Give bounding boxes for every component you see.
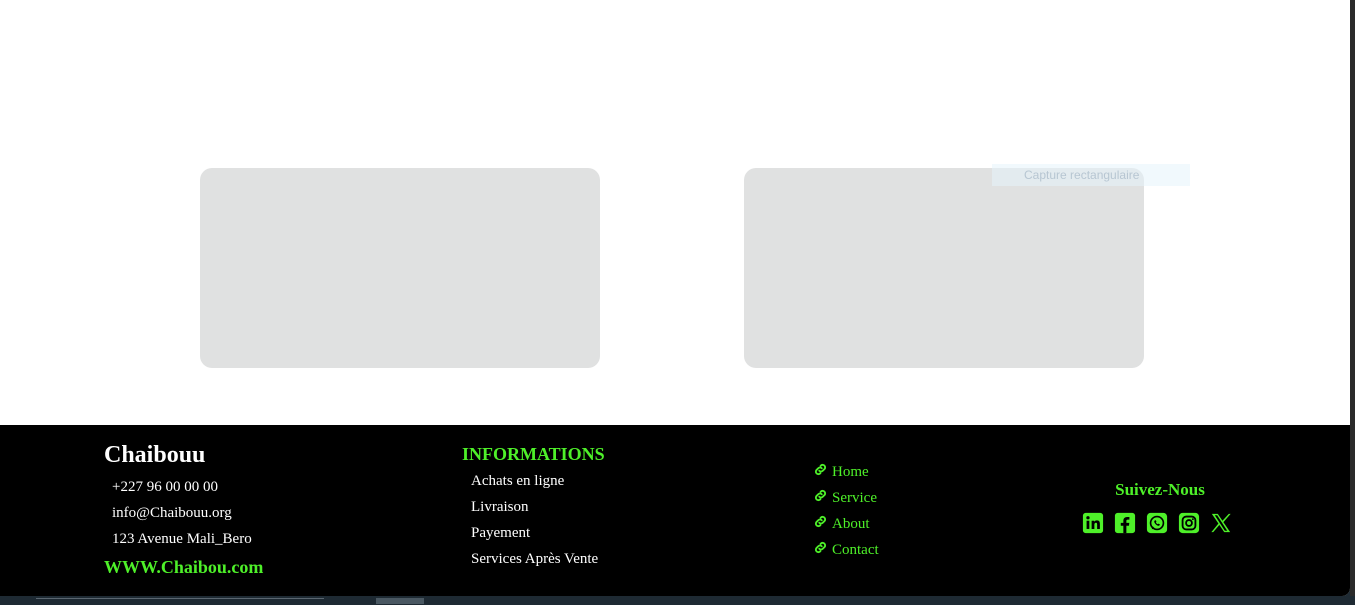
x-icon[interactable] xyxy=(1210,512,1232,534)
nav-link-label: About xyxy=(832,515,870,532)
placeholder-card-left xyxy=(200,168,600,368)
window-edge xyxy=(1350,0,1355,596)
nav-link-service[interactable]: Service xyxy=(813,488,877,508)
link-icon xyxy=(813,514,828,534)
footer-address: 123 Avenue Mali_Bero xyxy=(112,531,252,547)
footer-brand: Chaibouu xyxy=(104,442,206,468)
taskbar xyxy=(0,596,1355,604)
link-icon xyxy=(813,488,828,508)
info-title: INFORMATIONS xyxy=(462,444,605,464)
nav-link-contact[interactable]: Contact xyxy=(813,540,879,560)
footer-website-link[interactable]: WWW.Chaibou.com xyxy=(104,557,263,578)
info-item-livraison[interactable]: Livraison xyxy=(471,499,529,516)
nav-link-label: Contact xyxy=(832,541,879,558)
nav-link-label: Home xyxy=(832,463,869,480)
whatsapp-icon[interactable] xyxy=(1146,512,1168,534)
footer-email: info@Chaibouu.org xyxy=(112,505,232,521)
taskbar-item-active[interactable] xyxy=(376,598,424,604)
info-item-payement[interactable]: Payement xyxy=(471,525,530,542)
capture-tooltip: Capture rectangulaire xyxy=(992,164,1190,186)
social-links xyxy=(1082,512,1232,534)
instagram-icon[interactable] xyxy=(1178,512,1200,534)
nav-link-home[interactable]: Home xyxy=(813,462,869,482)
info-item-services[interactable]: Services Après Vente xyxy=(471,551,598,568)
facebook-icon[interactable] xyxy=(1114,512,1136,534)
link-icon xyxy=(813,540,828,560)
link-icon xyxy=(813,462,828,482)
placeholder-card-right xyxy=(744,168,1144,368)
page: Capture rectangulaire Chaibouu +227 96 0… xyxy=(0,0,1350,596)
nav-link-about[interactable]: About xyxy=(813,514,870,534)
footer-phone: +227 96 00 00 00 xyxy=(112,479,218,495)
nav-link-label: Service xyxy=(832,489,877,506)
linkedin-icon[interactable] xyxy=(1082,512,1104,534)
follow-title: Suivez-Nous xyxy=(1115,480,1205,499)
site-footer: Chaibouu +227 96 00 00 00 info@Chaibouu.… xyxy=(0,425,1350,596)
info-item-achats[interactable]: Achats en ligne xyxy=(471,473,564,490)
